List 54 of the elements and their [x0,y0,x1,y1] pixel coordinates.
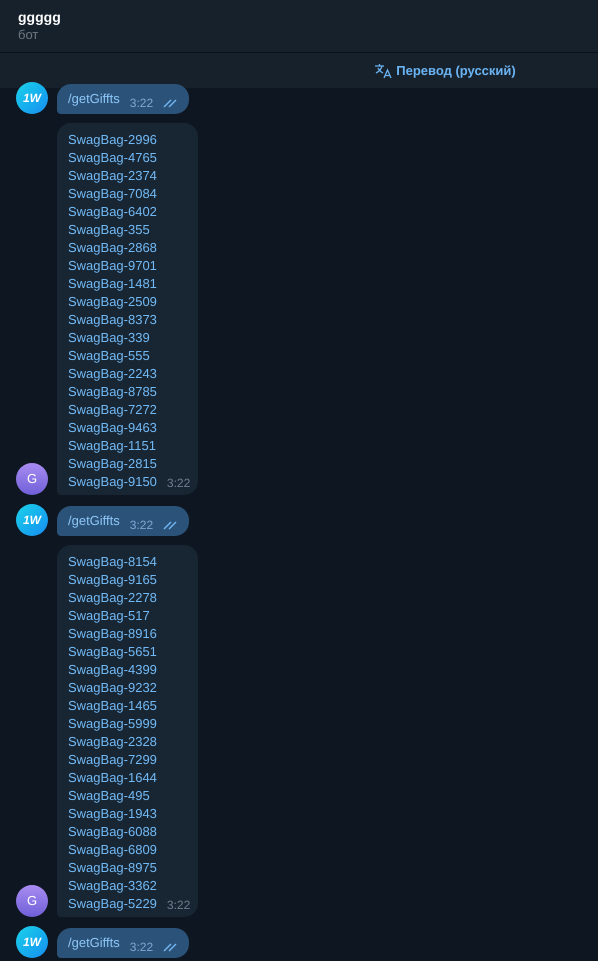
translate-button[interactable]: Перевод (русский) [374,60,516,80]
gift-link[interactable]: SwagBag-339 [68,329,150,347]
gift-link[interactable]: SwagBag-7084 [68,185,157,203]
gift-link[interactable]: SwagBag-495 [68,787,150,805]
avatar[interactable]: G [16,463,48,495]
gift-link[interactable]: SwagBag-1465 [68,697,157,715]
gift-link[interactable]: SwagBag-5229 [68,895,157,913]
gift-link[interactable]: SwagBag-6402 [68,203,157,221]
gift-link[interactable]: SwagBag-2509 [68,293,157,311]
gift-link[interactable]: SwagBag-8785 [68,383,157,401]
message-time: 3:22 [166,475,190,491]
command-link[interactable]: /getGiffts [68,511,120,531]
gift-link[interactable]: SwagBag-4399 [68,661,157,679]
chat-subtitle: бот [18,26,38,44]
avatar[interactable]: G [16,885,48,917]
gift-link[interactable]: SwagBag-1481 [68,275,157,293]
gift-link[interactable]: SwagBag-355 [68,221,150,239]
gift-link[interactable]: SwagBag-9232 [68,679,157,697]
gift-link[interactable]: SwagBag-2815 [68,455,157,473]
gift-link[interactable]: SwagBag-2374 [68,167,157,185]
gift-link[interactable]: SwagBag-555 [68,347,150,365]
gift-link[interactable]: SwagBag-2278 [68,589,157,607]
message-time: 3:22 [130,517,154,534]
gift-link[interactable]: SwagBag-1644 [68,769,157,787]
command-link[interactable]: /getGiffts [68,933,120,953]
gift-link[interactable]: SwagBag-6809 [68,841,157,859]
gift-link[interactable]: SwagBag-2328 [68,733,157,751]
gift-link[interactable]: SwagBag-9165 [68,571,157,589]
command-link[interactable]: /getGiffts [68,89,120,109]
gift-link[interactable]: SwagBag-9463 [68,419,157,437]
gift-link[interactable]: SwagBag-517 [68,607,150,625]
gift-link[interactable]: SwagBag-7299 [68,751,157,769]
gift-link[interactable]: SwagBag-8373 [68,311,157,329]
gift-link[interactable]: SwagBag-2868 [68,239,157,257]
translate-icon [374,62,392,78]
chat-title: ggggg [18,8,61,26]
gift-link[interactable]: SwagBag-5999 [68,715,157,733]
gift-link[interactable]: SwagBag-8975 [68,859,157,877]
gift-link[interactable]: SwagBag-2996 [68,131,157,149]
gift-link[interactable]: SwagBag-6088 [68,823,157,841]
gift-link[interactable]: SwagBag-8916 [68,625,157,643]
gift-link[interactable]: SwagBag-1943 [68,805,157,823]
message-time: 3:22 [130,95,154,112]
gift-link[interactable]: SwagBag-4765 [68,149,157,167]
gift-link[interactable]: SwagBag-7272 [68,401,157,419]
gift-link[interactable]: SwagBag-2243 [68,365,157,383]
gift-link[interactable]: SwagBag-9150 [68,473,157,491]
gift-link[interactable]: SwagBag-9701 [68,257,157,275]
message-time: 3:22 [130,939,154,956]
message-time: 3:22 [166,897,190,913]
gift-link[interactable]: SwagBag-1151 [68,437,156,455]
gift-link[interactable]: SwagBag-8154 [68,553,157,571]
gift-link[interactable]: SwagBag-5651 [68,643,157,661]
gift-link[interactable]: SwagBag-3362 [68,877,157,895]
